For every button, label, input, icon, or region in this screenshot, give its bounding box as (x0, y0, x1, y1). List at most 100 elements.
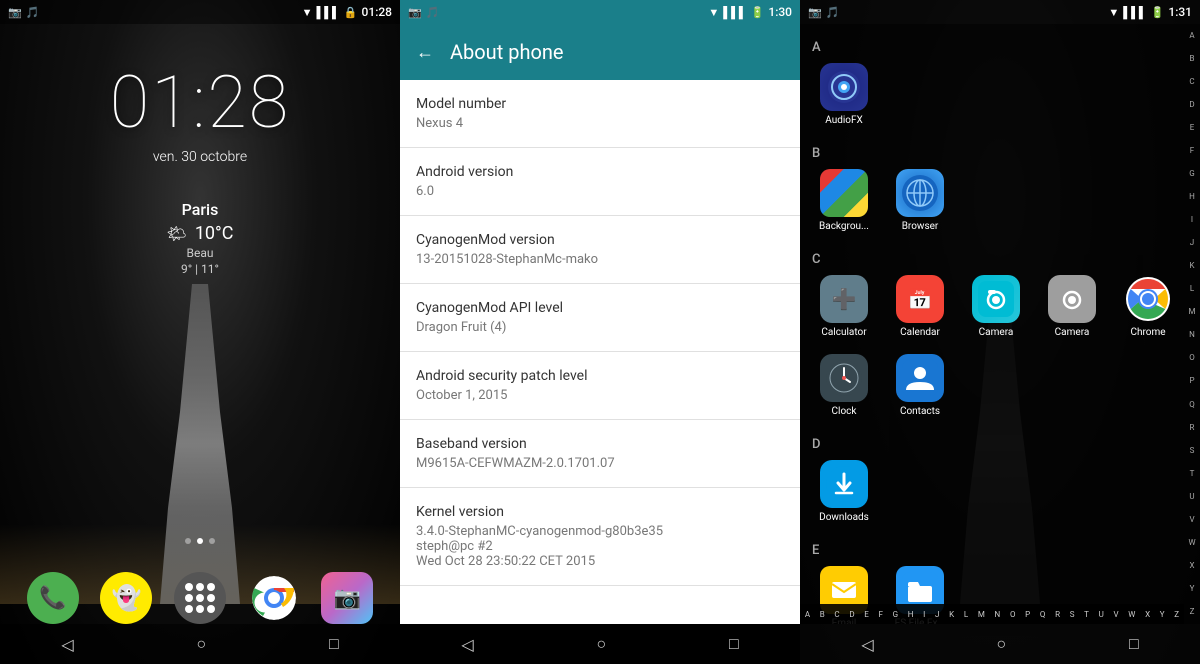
b-alpha-l[interactable]: L (964, 610, 968, 619)
about-signal-icon: ▌▌▌ (723, 6, 746, 19)
app-contacts[interactable]: Contacts (884, 350, 956, 421)
alpha-q[interactable]: Q (1189, 401, 1195, 409)
app-clock[interactable]: Clock (808, 350, 880, 421)
nav-recents[interactable]: □ (329, 634, 339, 654)
about-security-value: October 1, 2015 (416, 388, 784, 403)
alpha-b[interactable]: B (1190, 55, 1195, 63)
weather-row: 🌤 10°C (167, 223, 234, 244)
alpha-v[interactable]: V (1189, 516, 1194, 524)
alpha-k[interactable]: K (1189, 262, 1194, 270)
nav-back[interactable]: ◁ (61, 635, 73, 654)
b-alpha-i[interactable]: I (923, 610, 925, 619)
b-alpha-e[interactable]: E (864, 610, 869, 619)
dock-app-drawer[interactable] (174, 572, 226, 624)
clock-label: Clock (810, 406, 878, 417)
section-d-apps: Downloads (808, 456, 1192, 535)
b-alpha-a[interactable]: A (805, 610, 810, 619)
b-alpha-t[interactable]: T (1084, 610, 1089, 619)
b-alpha-q[interactable]: Q (1040, 610, 1046, 619)
about-cyanogenmod-value: 13-20151028-StephanMc-mako (416, 252, 784, 267)
alpha-p[interactable]: P (1189, 377, 1194, 385)
alpha-x[interactable]: X (1189, 562, 1194, 570)
notification-icon: 📷 (8, 6, 22, 19)
alpha-f[interactable]: F (1190, 147, 1194, 155)
b-alpha-x[interactable]: X (1145, 610, 1150, 619)
weather-temperature: 10°C (195, 223, 234, 244)
b-alpha-b[interactable]: B (820, 610, 825, 619)
back-button[interactable]: ← (416, 42, 434, 63)
app-backgrounds[interactable]: Backgrou... (808, 165, 880, 236)
b-alpha-r[interactable]: R (1055, 610, 1060, 619)
b-alpha-p[interactable]: P (1025, 610, 1030, 619)
drawer-nav-home[interactable]: ○ (996, 634, 1006, 654)
dock-chrome[interactable] (248, 572, 300, 624)
alpha-j[interactable]: J (1190, 239, 1194, 247)
alpha-u[interactable]: U (1189, 493, 1194, 501)
alpha-w[interactable]: W (1188, 539, 1195, 547)
b-alpha-d[interactable]: D (849, 610, 854, 619)
alpha-z[interactable]: Z (1190, 608, 1195, 616)
app-calendar[interactable]: 📅 Calendar (884, 271, 956, 342)
about-security-label: Android security patch level (416, 368, 784, 384)
b-alpha-u[interactable]: U (1099, 610, 1104, 619)
app-audiofx[interactable]: AudioFX (808, 59, 880, 130)
dot-3 (209, 538, 215, 544)
b-alpha-m[interactable]: M (978, 610, 985, 619)
alpha-e[interactable]: E (1190, 124, 1195, 132)
about-nav-home[interactable]: ○ (596, 634, 606, 654)
alpha-a[interactable]: A (1189, 32, 1194, 40)
b-alpha-v[interactable]: V (1113, 610, 1118, 619)
about-nav-back[interactable]: ◁ (461, 635, 473, 654)
about-nav-recents[interactable]: □ (729, 634, 739, 654)
b-alpha-j[interactable]: J (935, 610, 939, 619)
b-alpha-f[interactable]: F (879, 610, 883, 619)
app-chrome[interactable]: Chrome (1112, 271, 1184, 342)
about-content: Model number Nexus 4 Android version 6.0… (400, 80, 800, 624)
about-baseband-value: M9615A-CEFWMAZM-2.0.1701.07 (416, 456, 784, 471)
b-alpha-g[interactable]: G (893, 610, 898, 619)
b-alpha-z[interactable]: Z (1174, 610, 1179, 619)
app-camera-2[interactable]: Camera (1036, 271, 1108, 342)
alpha-s[interactable]: S (1190, 447, 1195, 455)
b-alpha-n[interactable]: N (995, 610, 1001, 619)
alpha-t[interactable]: T (1190, 470, 1195, 478)
b-alpha-c[interactable]: C (834, 610, 839, 619)
drawer-nav-recents[interactable]: □ (1129, 634, 1139, 654)
about-music-icon: 🎵 (426, 6, 440, 19)
camera1-icon (972, 275, 1020, 323)
page-indicator (185, 538, 215, 544)
b-alpha-y[interactable]: Y (1160, 610, 1165, 619)
clock-icon (820, 354, 868, 402)
app-camera-1[interactable]: Camera (960, 271, 1032, 342)
app-downloads[interactable]: Downloads (808, 456, 880, 527)
section-b-apps: Backgrou... Browser (808, 165, 1192, 244)
alpha-l[interactable]: L (1190, 285, 1194, 293)
dock-snapchat[interactable]: 👻 (100, 572, 152, 624)
alpha-i[interactable]: I (1191, 216, 1193, 224)
drawer-nav-back[interactable]: ◁ (861, 635, 873, 654)
lock-screen: 📷 🎵 ▼ ▌▌▌ 🔒 01:28 01:28 ven. 30 octobre … (0, 0, 400, 664)
nav-home[interactable]: ○ (196, 634, 206, 654)
alpha-n[interactable]: N (1189, 331, 1195, 339)
alpha-g[interactable]: G (1189, 170, 1194, 178)
app-calculator[interactable]: ➕ Calculator (808, 271, 880, 342)
alpha-c[interactable]: C (1189, 78, 1194, 86)
dock-camera[interactable]: 📷 (321, 572, 373, 624)
dock-phone[interactable]: 📞 (27, 572, 79, 624)
alpha-d[interactable]: D (1189, 101, 1194, 109)
b-alpha-k[interactable]: K (949, 610, 954, 619)
app-browser[interactable]: Browser (884, 165, 956, 236)
b-alpha-o[interactable]: O (1010, 610, 1016, 619)
section-a-apps: AudioFX (808, 59, 1192, 138)
alpha-m[interactable]: M (1189, 308, 1196, 316)
b-alpha-w[interactable]: W (1128, 610, 1135, 619)
b-alpha-h[interactable]: H (908, 610, 914, 619)
b-alpha-s[interactable]: S (1070, 610, 1075, 619)
alpha-y[interactable]: Y (1190, 585, 1195, 593)
downloads-label: Downloads (810, 512, 878, 523)
alpha-r[interactable]: R (1190, 424, 1195, 432)
alpha-o[interactable]: O (1189, 354, 1195, 362)
about-header: ← About phone (400, 24, 800, 80)
alpha-h[interactable]: H (1189, 193, 1195, 201)
about-title: About phone (450, 40, 564, 64)
